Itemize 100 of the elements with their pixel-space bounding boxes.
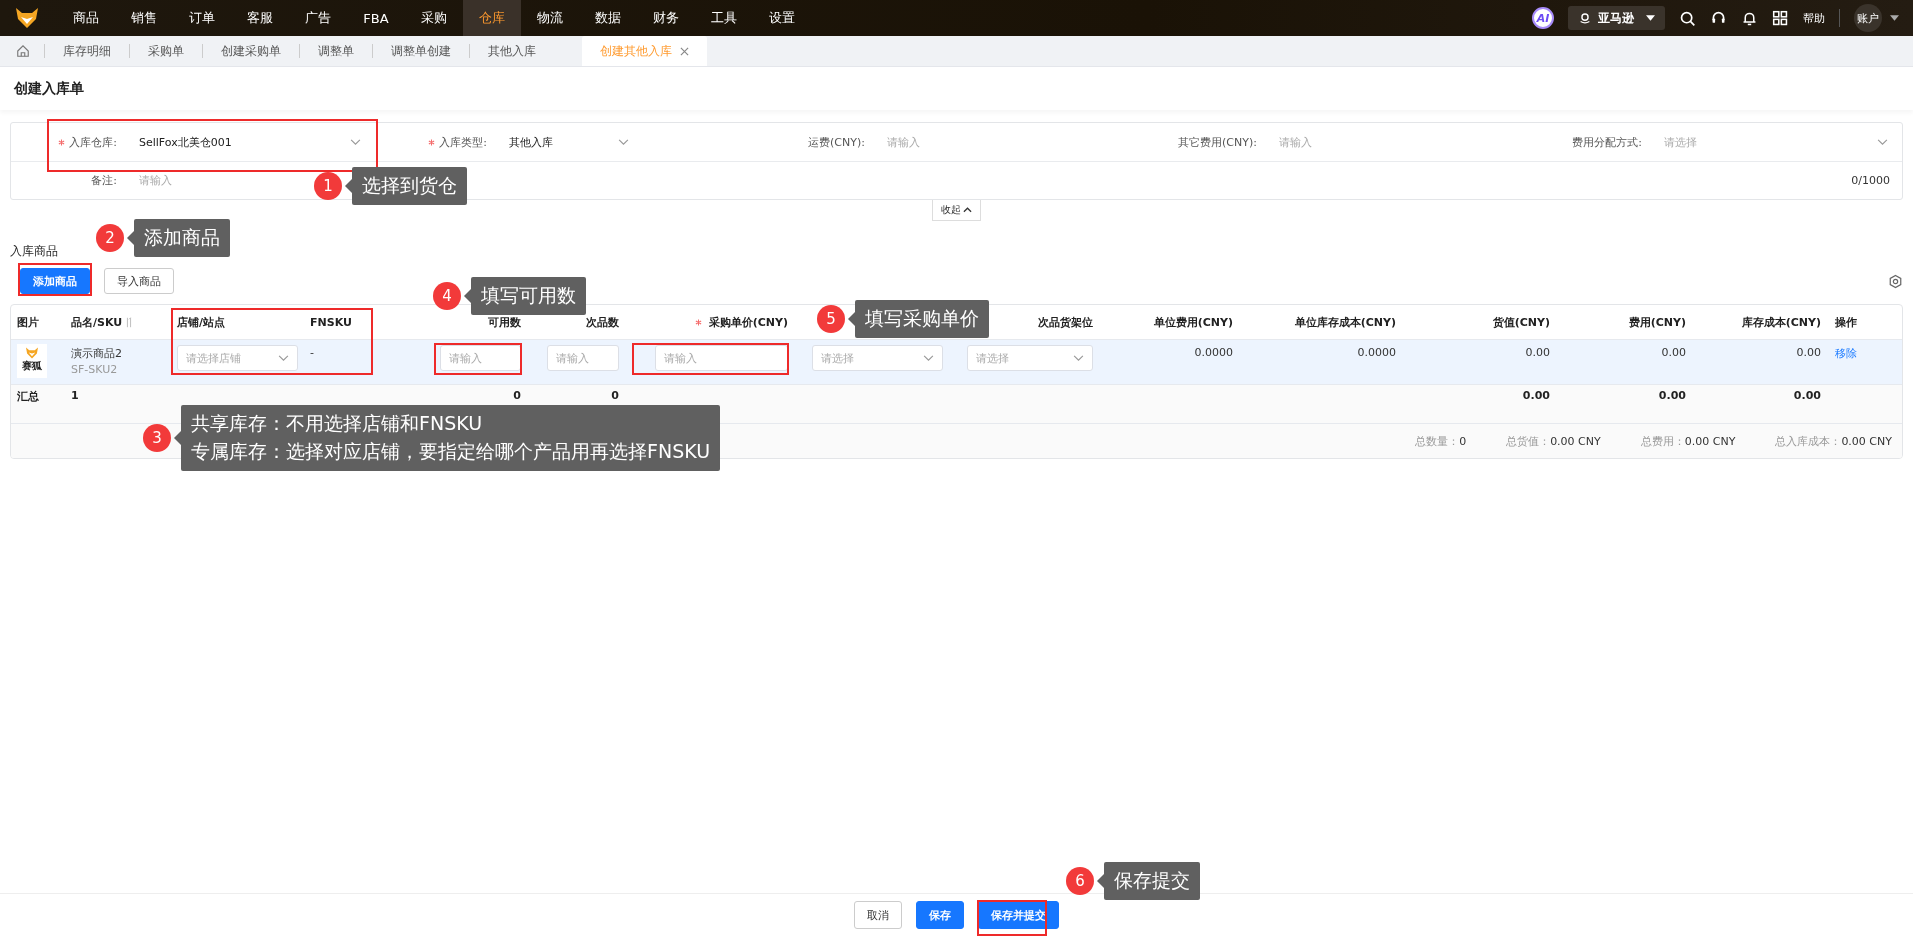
input-field[interactable]: 请输入 <box>440 345 521 371</box>
column-header: 品名/SKU <box>71 314 123 330</box>
total-value: 0.00 CNY <box>1841 434 1892 448</box>
total-label: 总入库成本： <box>1775 434 1842 448</box>
page-tab[interactable]: 库存明细 <box>45 36 129 66</box>
caret-icon <box>1646 15 1655 21</box>
callout-pointer <box>848 311 855 326</box>
apps-grid-icon[interactable] <box>1772 9 1789 27</box>
table-cell: 0.0000 <box>1357 346 1396 359</box>
column-header: 图片 <box>17 314 39 330</box>
account-avatar[interactable]: 账户 <box>1854 4 1882 32</box>
total-value: 0 <box>1459 434 1467 448</box>
column-header: 费用(CNY) <box>1628 314 1686 330</box>
page-tab[interactable]: 调整单创建 <box>373 36 469 66</box>
callout-tooltip: 选择到货仓 <box>352 167 467 205</box>
chevron-down-icon <box>350 138 361 146</box>
summary-cell: 0 <box>513 389 521 402</box>
page-tab[interactable]: 创建采购单 <box>203 36 299 66</box>
nav-menu-item[interactable]: 财务 <box>637 0 695 36</box>
field-label: 运费(CNY): <box>808 134 865 150</box>
column-header: 次品货架位 <box>1038 314 1093 330</box>
callout-tooltip: 添加商品 <box>134 219 230 257</box>
home-icon[interactable] <box>16 44 30 58</box>
platform-select[interactable]: 亚马逊 <box>1568 6 1665 30</box>
table-cell: - <box>310 346 314 359</box>
field-label: 入库仓库: <box>69 134 117 150</box>
nav-menu-item[interactable]: 订单 <box>173 0 231 36</box>
chevron-down-icon <box>1877 138 1888 146</box>
char-counter: 0/1000 <box>1851 174 1891 187</box>
column-header: 操作 <box>1835 314 1857 330</box>
toolbar-button[interactable]: 添加商品 <box>20 268 90 294</box>
nav-menu-item[interactable]: 客服 <box>231 0 289 36</box>
nav-menu-item[interactable]: 设置 <box>753 0 811 36</box>
chevron-down-icon <box>1073 354 1084 362</box>
search-icon[interactable] <box>1679 9 1696 27</box>
chevron-down-icon <box>618 138 629 146</box>
column-header: 库存成本(CNY) <box>1741 314 1821 330</box>
remove-link[interactable]: 移除 <box>1835 346 1857 361</box>
collapse-button[interactable]: 收起 <box>932 200 981 221</box>
footer-button[interactable]: 保存 <box>916 901 964 929</box>
step-number-badge: 2 <box>96 223 124 252</box>
page-tab[interactable]: 采购单 <box>130 36 202 66</box>
callout-pointer <box>464 288 471 303</box>
column-header: 可用数 <box>488 314 521 330</box>
chevron-down-icon <box>278 354 289 362</box>
product-sku: SF-SKU2 <box>71 363 119 376</box>
caret-icon[interactable] <box>1890 15 1899 21</box>
nav-menu-item[interactable]: 广告 <box>289 0 347 36</box>
ai-badge[interactable]: AI <box>1532 7 1554 29</box>
nav-menu-item[interactable]: 物流 <box>521 0 579 36</box>
callout-tooltip: 共享库存：不用选择店铺和FNSKU 专属库存：选择对应店铺，要指定给哪个产品用再选择FNSKU <box>181 405 721 471</box>
footer-button[interactable]: 取消 <box>854 901 902 929</box>
step-number-badge: 5 <box>817 304 845 333</box>
table-cell: 0.0000 <box>1194 346 1233 359</box>
summary-cell: 汇总 <box>17 389 39 404</box>
table-cell: 0.00 <box>1525 346 1550 359</box>
summary-cell: 0 <box>611 389 619 402</box>
nav-menu-item[interactable]: FBA <box>347 0 405 36</box>
page-title: 创建入库单 <box>14 79 84 98</box>
total-value: 0.00 CNY <box>1684 434 1736 448</box>
nav-menu-item[interactable]: 采购 <box>405 0 463 36</box>
tab-label: 创建其他入库 <box>600 42 672 60</box>
summary-cell: 0.00 <box>1522 389 1550 402</box>
total-label: 总费用： <box>1640 434 1685 448</box>
chevron-down-icon <box>923 354 934 362</box>
column-header: 次品数 <box>586 314 619 330</box>
field-label: 其它费用(CNY): <box>1178 134 1257 150</box>
help-link[interactable]: 帮助 <box>1803 10 1825 26</box>
step-number-badge: 4 <box>433 281 461 310</box>
input-field[interactable]: 请输入 <box>654 345 788 371</box>
fox-logo[interactable] <box>15 7 39 29</box>
nav-menu-item[interactable]: 仓库 <box>463 0 521 36</box>
nav-menu-item[interactable]: 商品 <box>57 0 115 36</box>
nav-menu-item[interactable]: 工具 <box>695 0 753 36</box>
input-field[interactable]: 请输入 <box>546 345 619 371</box>
field-label: 费用分配方式: <box>1572 134 1642 150</box>
summary-cell: 1 <box>71 389 79 402</box>
product-name: 演示商品2 <box>71 346 122 361</box>
summary-cell: 0.00 <box>1658 389 1686 402</box>
callout-pointer <box>174 430 181 445</box>
page-tab[interactable]: 调整单 <box>300 36 372 66</box>
table-cell: 0.00 <box>1661 346 1686 359</box>
page-tab[interactable]: 其他入库 <box>470 36 554 66</box>
total-value: 0.00 CNY <box>1550 434 1601 448</box>
nav-menu-item[interactable]: 数据 <box>579 0 637 36</box>
settings-icon[interactable] <box>1888 273 1903 289</box>
table-cell: 0.00 <box>1796 346 1821 359</box>
callout-tooltip: 填写可用数 <box>471 277 586 315</box>
callout-tooltip: 保存提交 <box>1104 862 1200 900</box>
toolbar-button[interactable]: 导入商品 <box>104 268 174 294</box>
field-label: 入库类型: <box>439 134 487 150</box>
close-icon[interactable] <box>680 46 689 56</box>
select-field[interactable]: 其他入库 <box>501 128 637 156</box>
column-header: 单位库存成本(CNY) <box>1294 314 1396 330</box>
column-header: FNSKU <box>310 315 352 329</box>
callout-tooltip: 填写采购单价 <box>855 300 989 338</box>
step-number-badge: 6 <box>1066 866 1094 895</box>
product-thumbnail: 赛狐 <box>17 344 47 378</box>
nav-menu-item[interactable]: 销售 <box>115 0 173 36</box>
select-field[interactable]: SellFox北美仓001 <box>131 128 369 156</box>
